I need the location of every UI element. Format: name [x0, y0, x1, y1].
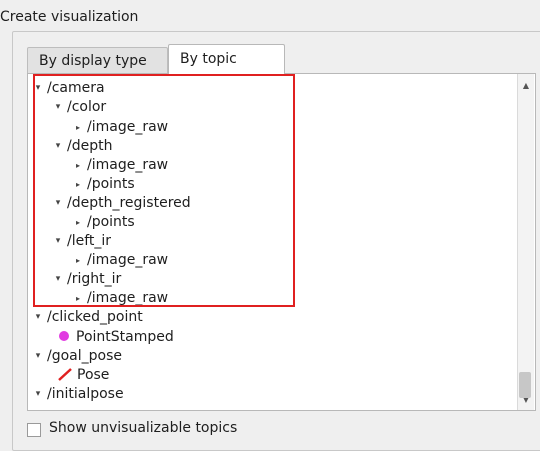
chevron-down-icon[interactable]: ▾	[32, 385, 44, 404]
tree-item-depth-points[interactable]: ▸/points	[72, 175, 135, 194]
checkbox-label: Show unvisualizable topics	[49, 420, 238, 436]
tree-item-initialpose[interactable]: ▾/initialpose	[32, 385, 124, 404]
tree-item-right-ir-image-raw[interactable]: ▸/image_raw	[72, 289, 168, 308]
tree-item-goal-pose[interactable]: ▾/goal_pose	[32, 347, 122, 366]
scroll-up-icon[interactable]: ▲	[518, 78, 534, 94]
chevron-right-icon[interactable]: ▸	[72, 156, 84, 175]
tree-item-left-ir-image-raw[interactable]: ▸/image_raw	[72, 251, 168, 270]
tree-item-color-image-raw[interactable]: ▸/image_raw	[72, 118, 168, 137]
show-unvisualizable-topics-checkbox[interactable]	[27, 423, 41, 437]
tree-scrollbar[interactable]: ▲ ▼	[517, 74, 534, 410]
chevron-down-icon[interactable]: ▾	[32, 79, 44, 98]
tree-item-camera[interactable]: ▾/camera	[32, 79, 105, 98]
show-unvisualizable-topics-option[interactable]: Show unvisualizable topics	[27, 420, 237, 437]
chevron-down-icon[interactable]: ▾	[52, 137, 64, 156]
tree-item-left-ir[interactable]: ▾/left_ir	[52, 232, 111, 251]
tree-item-point-stamped[interactable]: PointStamped	[59, 328, 174, 347]
tab-by-topic[interactable]: By topic	[168, 44, 285, 74]
chevron-down-icon[interactable]: ▾	[52, 194, 64, 213]
pose-arrow-icon	[58, 367, 72, 381]
create-visualization-dialog: Create visualization By display type By …	[0, 0, 540, 451]
chevron-down-icon[interactable]: ▾	[52, 98, 64, 117]
tree-item-right-ir[interactable]: ▾/right_ir	[52, 270, 122, 289]
tab-by-display-type[interactable]: By display type	[27, 47, 168, 74]
dialog-title: Create visualization	[0, 9, 139, 25]
chevron-right-icon[interactable]: ▸	[72, 289, 84, 308]
tree-item-clicked-point[interactable]: ▾/clicked_point	[32, 308, 143, 327]
chevron-down-icon[interactable]: ▾	[52, 270, 64, 289]
scrollbar-thumb[interactable]	[519, 372, 531, 398]
chevron-right-icon[interactable]: ▸	[72, 251, 84, 270]
chevron-right-icon[interactable]: ▸	[72, 175, 84, 194]
chevron-right-icon[interactable]: ▸	[72, 118, 84, 137]
chevron-down-icon[interactable]: ▾	[32, 347, 44, 366]
chevron-down-icon[interactable]: ▾	[52, 232, 64, 251]
topic-tree: ▾/camera ▾/color ▸/image_raw ▾/depth ▸/i…	[27, 73, 536, 411]
point-stamped-icon	[59, 331, 69, 341]
chevron-right-icon[interactable]: ▸	[72, 213, 84, 232]
tree-item-pose[interactable]: Pose	[57, 366, 109, 385]
tree-item-depth-registered-points[interactable]: ▸/points	[72, 213, 135, 232]
tree-item-depth[interactable]: ▾/depth	[52, 137, 113, 156]
tree-item-depth-registered[interactable]: ▾/depth_registered	[52, 194, 191, 213]
chevron-down-icon[interactable]: ▾	[32, 308, 44, 327]
tree-item-color[interactable]: ▾/color	[52, 98, 106, 117]
tree-item-depth-image-raw[interactable]: ▸/image_raw	[72, 156, 168, 175]
